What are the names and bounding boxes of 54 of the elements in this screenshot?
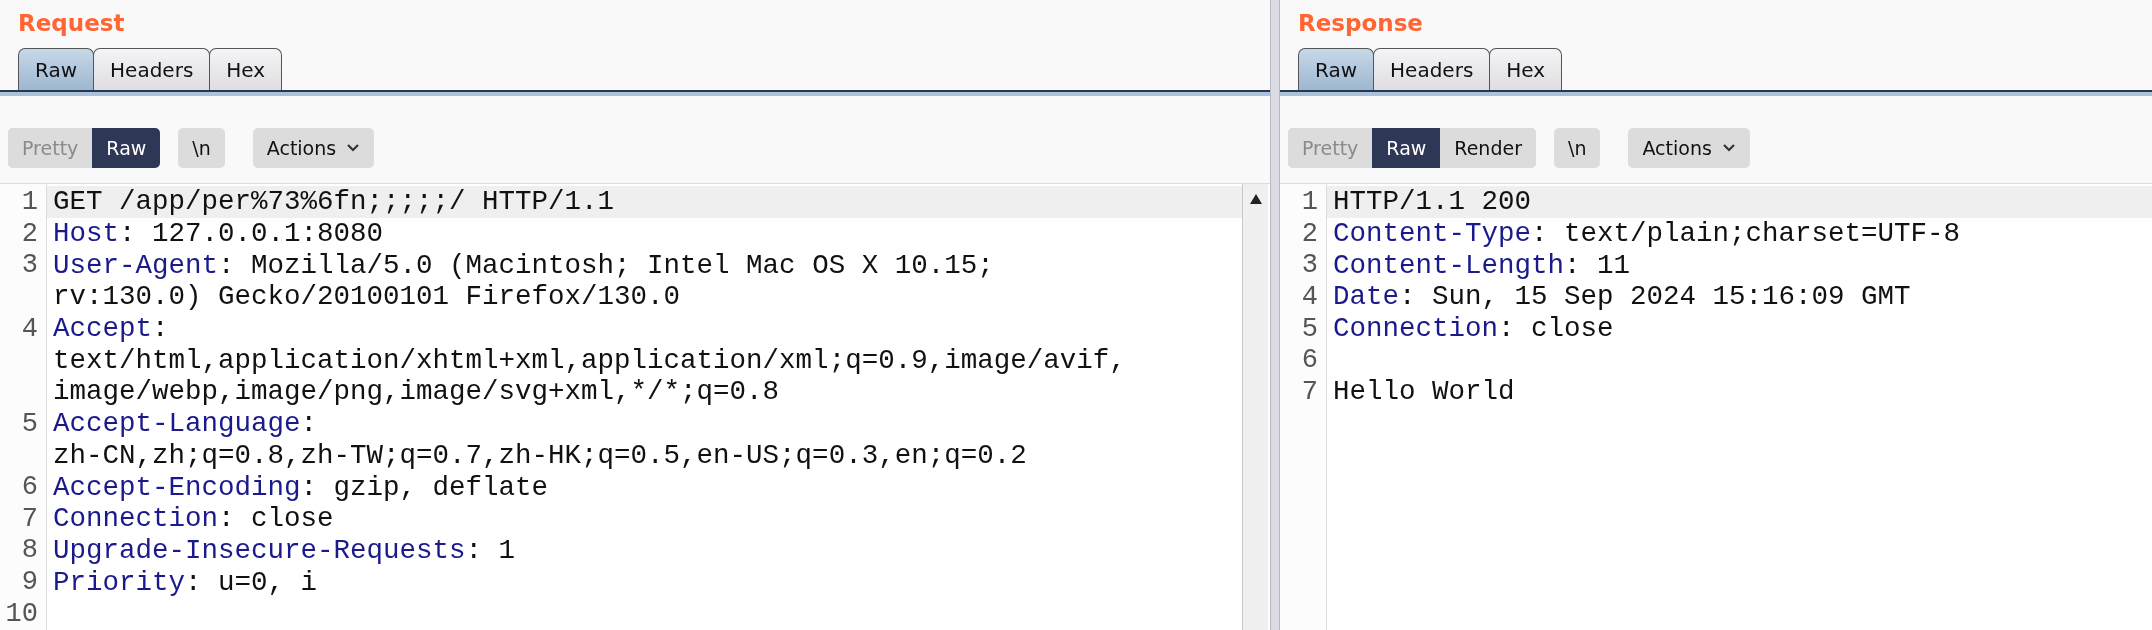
line-number: 3 (20, 250, 38, 281)
code-line: Priority: u=0, i (53, 566, 318, 598)
line-number: 10 (4, 598, 38, 629)
view-toggle[interactable]: Raw (1372, 128, 1441, 168)
code-line: rv:130.0) Gecko/20100101 Firefox/130.0 (53, 281, 681, 313)
code-line: Date: Sun, 15 Sep 2024 15:16:09 GMT (1333, 281, 1911, 313)
scroll-up-icon[interactable] (1247, 192, 1264, 206)
caret-icon (1721, 143, 1736, 153)
line-number: 6 (1300, 345, 1318, 376)
pane-title: Response (1297, 9, 1423, 38)
code-line: Accept-Language: (53, 408, 318, 440)
code-line: Content-Type: text/plain;charset=UTF-8 (1333, 218, 1961, 250)
tab[interactable]: Hex (1489, 48, 1563, 90)
code-line: Connection: close (1333, 313, 1614, 345)
code-line: User-Agent: Mozilla/5.0 (Macintosh; Intel Mac OS X 10.15; (53, 249, 994, 281)
code-line: Host: 127.0.0.1:8080 (53, 218, 384, 250)
line-number: 8 (20, 535, 38, 566)
tab[interactable]: Raw (18, 48, 95, 90)
caret-icon (346, 143, 361, 153)
line-number: 5 (20, 408, 38, 439)
newline-button[interactable]: \n (1554, 128, 1601, 168)
pane-title: Request (17, 9, 125, 38)
code-line: Upgrade-Insecure-Requests: 1 (53, 534, 516, 566)
line-number: 4 (1300, 281, 1318, 312)
line-number: 4 (20, 313, 38, 344)
line-number: 9 (20, 567, 38, 598)
scrollbar[interactable] (1242, 184, 1268, 630)
code-line: HTTP/1.1 200 (1333, 186, 1532, 218)
tab[interactable]: Headers (1373, 48, 1491, 90)
actions-button[interactable]: Actions (1628, 128, 1750, 168)
line-number: 1 (20, 186, 38, 217)
code-line: Connection: close (53, 503, 334, 535)
code-line: text/html,application/xhtml+xml,application/xml;q=0.9,image/avif, (53, 344, 1126, 376)
code-line: Accept-Encoding: gzip, deflate (53, 471, 549, 503)
code-line: Accept: (53, 313, 169, 345)
line-number: 3 (1300, 250, 1318, 281)
code-line: zh-CN,zh;q=0.8,zh-TW;q=0.7,zh-HK;q=0.5,en-US;q=0.3,en;q=0.2 (53, 439, 1027, 471)
code-line: image/webp,image/png,image/svg+xml,*/*;q=0.8 (53, 376, 780, 408)
code-line: Content-Length: 11 (1333, 249, 1631, 281)
line-number: 2 (1300, 218, 1318, 249)
code-line: GET /app/per%73%6fn;;;;;/ HTTP/1.1 (53, 186, 615, 218)
tab[interactable]: Raw (1298, 48, 1375, 90)
line-number: 2 (20, 218, 38, 249)
newline-button[interactable]: \n (178, 128, 225, 168)
tab[interactable]: Hex (209, 48, 283, 90)
line-number: 5 (1300, 313, 1318, 344)
line-number: 7 (20, 503, 38, 534)
view-toggle[interactable]: Raw (92, 128, 161, 168)
tab[interactable]: Headers (93, 48, 211, 90)
line-number: 7 (1300, 376, 1318, 407)
line-number: 6 (20, 472, 38, 503)
line-number: 1 (1300, 186, 1318, 217)
actions-button[interactable]: Actions (252, 128, 375, 168)
code-line: Hello World (1333, 376, 1515, 408)
